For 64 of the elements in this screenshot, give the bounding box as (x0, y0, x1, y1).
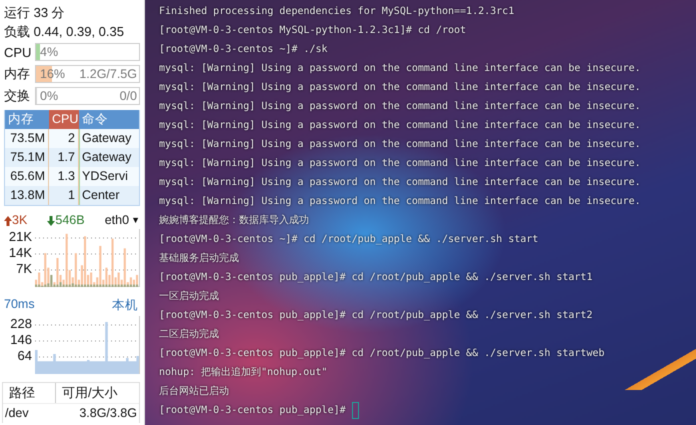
table-cell: YDServi (79, 167, 139, 186)
meter-label: 内存 (4, 65, 31, 83)
column-header[interactable]: 可用/大小 (56, 383, 124, 403)
table-cell: Center (79, 186, 139, 205)
terminal-line: [root@VM-0-3-centos ~]# cd /root/pub_apple && ./server.sh start (159, 233, 540, 247)
terminal-prompt: [root@VM-0-3-centos pub_apple]# (159, 404, 346, 418)
terminal-line: mysql: [Warning] Using a password on the command line interface can be insecure. (159, 81, 642, 95)
table-cell: 1.3 (49, 167, 79, 186)
graph-scale-label: 146 (10, 332, 32, 348)
down-arrow-icon (47, 216, 56, 226)
text-cursor (352, 402, 359, 419)
table-cell: 1.7 (49, 148, 79, 167)
terminal-line: 二区启动完成 (159, 328, 220, 342)
meter-detail: 1.2G/7.5G (78, 67, 138, 81)
meter-reading: 4% (39, 45, 60, 59)
column-header[interactable]: CPU (49, 110, 79, 129)
download-speed: 546B (55, 213, 85, 227)
table-cell-text: 3.8G/3.8G (79, 405, 137, 422)
meter-label: CPU (4, 44, 32, 60)
terminal-line: [root@VM-0-3-centos pub_apple]# cd /root/pub_apple && ./server.sh start1 (159, 271, 594, 285)
terminal-line: [root@VM-0-3-centos pub_apple]# cd /root/pub_apple && ./server.sh start2 (159, 309, 594, 323)
column-header[interactable]: 路径 (3, 383, 56, 403)
terminal-line: nohup: 把输出追加到"nohup.out" (159, 366, 328, 380)
interface-dropdown[interactable]: eth0 ▼ (104, 213, 140, 227)
host-text[interactable]: 本机 (112, 297, 138, 314)
meter-label: 交换 (4, 87, 31, 105)
load-average-text: 负载 0.44, 0.39, 0.35 (4, 23, 125, 41)
graph-scale-label: 228 (10, 316, 32, 332)
table-cell: 75.1M (5, 148, 49, 167)
terminal-line: [root@VM-0-3-centos pub_apple]# cd /root/pub_apple && ./server.sh startweb (159, 347, 606, 361)
table-cell-text: /dev (5, 405, 29, 422)
upload-speed: 3K (12, 213, 28, 227)
graph-scale-label: 14K (8, 245, 32, 261)
terminal-line: mysql: [Warning] Using a password on the command line interface can be insecure. (159, 176, 642, 190)
terminal-line: mysql: [Warning] Using a password on the command line interface can be insecure. (159, 100, 642, 114)
terminal-line: 基础服务启动完成 (159, 252, 240, 266)
terminal-line: [root@VM-0-3-centos MySQL-python-1.2.3c1]# cd /root (159, 24, 468, 38)
meter-reading: 0% (39, 89, 60, 103)
terminal-line: mysql: [Warning] Using a password on the command line interface can be insecure. (159, 157, 642, 171)
column-header[interactable]: 内存 (5, 110, 49, 129)
terminal-line: mysql: [Warning] Using a password on the command line interface can be insecure. (159, 138, 642, 152)
terminal-line: [root@VM-0-3-centos ~]# ./sk (159, 43, 329, 57)
meter-detail: 0/0 (118, 89, 138, 103)
terminal-line: 后台网站已启动 (159, 384, 230, 399)
terminal-line: mysql: [Warning] Using a password on the command line interface can be insecure. (159, 195, 642, 209)
terminal-line: 一区启动完成 (159, 290, 220, 304)
graph-scale-label: 64 (18, 348, 32, 364)
table-cell: Gateway (79, 129, 139, 148)
up-arrow-icon (4, 216, 12, 226)
table-cell: 65.6M (5, 167, 49, 186)
terminal-line: Finished processing dependencies for MySQL-python==1.2.3rc1 (159, 5, 516, 19)
latency-text: 70ms (4, 297, 35, 313)
column-header[interactable]: 命令 (79, 110, 139, 129)
terminal-line: mysql: [Warning] Using a password on the command line interface can be insecure. (159, 119, 642, 133)
table-cell: 13.8M (5, 186, 49, 205)
graph-scale-label: 7K (16, 261, 32, 277)
terminal-line: 婉婉博客提醒您：数据库导入成功 (159, 214, 310, 228)
table-cell: Gateway (79, 148, 139, 167)
table-cell: 73.5M (5, 129, 49, 148)
uptime-text: 运行 33 分 (4, 4, 66, 22)
table-cell: 1 (49, 186, 79, 205)
terminal-line: mysql: [Warning] Using a password on the command line interface can be insecure. (159, 62, 642, 76)
graph-scale-label: 21K (8, 229, 32, 245)
table-cell: 2 (49, 129, 79, 148)
